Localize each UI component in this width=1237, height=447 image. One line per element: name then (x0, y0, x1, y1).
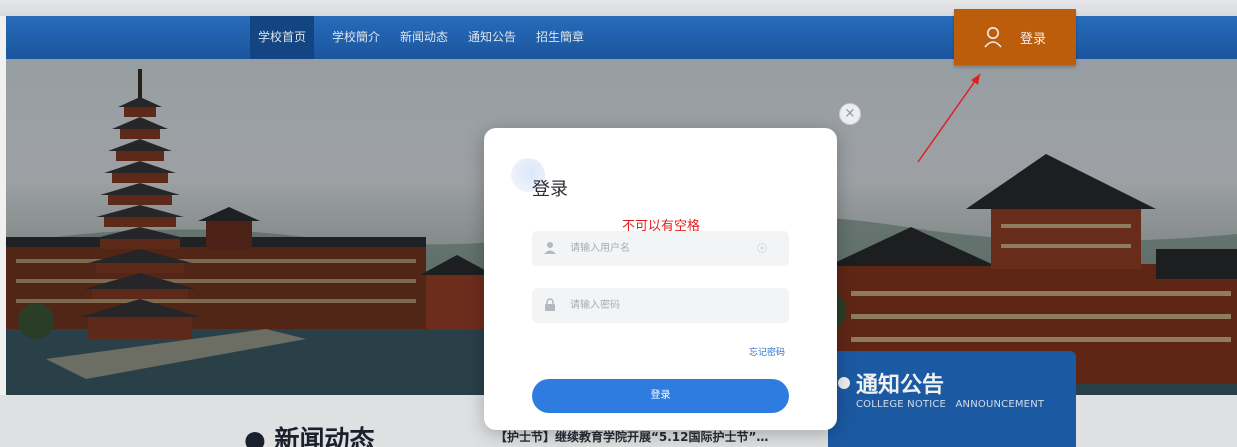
nav-item-home[interactable]: 学校首页 (250, 16, 315, 59)
nav-item-notice[interactable]: 通知公告 (460, 16, 524, 59)
password-field (532, 288, 789, 323)
user-icon (544, 242, 556, 254)
news-headline-link[interactable]: 【护士节】继续教育学院开展“5.12国际护士节”… (495, 428, 768, 445)
bullet-dot (838, 377, 850, 389)
modal-title: 登录 (532, 179, 568, 200)
user-icon (984, 27, 1002, 48)
login-modal: 登录 不可以有空格 忘记密码 登录 (484, 128, 837, 430)
lock-icon (545, 298, 555, 311)
notice-subtitle: COLLEGE NOTICE ANNOUNCEMENT (856, 399, 1050, 410)
close-icon[interactable]: × (840, 104, 860, 124)
notice-panel: 通知公告 COLLEGE NOTICE ANNOUNCEMENT (828, 351, 1076, 447)
nav-item-about[interactable]: 学校簡介 (324, 16, 388, 59)
notice-subtitle-primary: COLLEGE NOTICE (856, 399, 947, 410)
login-button-label: 登录 (1020, 32, 1047, 47)
notice-title: 通知公告 (856, 373, 945, 398)
page: 学校首页 学校簡介 新闻动态 通知公告 招生簡章 ● 新闻动态 【护士节】继续教… (0, 0, 1237, 447)
notice-subtitle-secondary: ANNOUNCEMENT (955, 399, 1045, 410)
clear-icon[interactable] (756, 242, 768, 254)
annotation-arrow (917, 73, 981, 163)
login-button[interactable]: 登录 (954, 9, 1076, 65)
username-field (532, 231, 789, 266)
nav-item-news[interactable]: 新闻动态 (392, 16, 456, 59)
username-input[interactable] (570, 231, 760, 266)
nav-item-admission[interactable]: 招生簡章 (528, 16, 592, 59)
forgot-password-link[interactable]: 忘记密码 (749, 345, 785, 358)
submit-login-button[interactable]: 登录 (532, 379, 789, 413)
news-section-title: ● 新闻动态 (244, 425, 375, 447)
password-input[interactable] (570, 288, 760, 323)
